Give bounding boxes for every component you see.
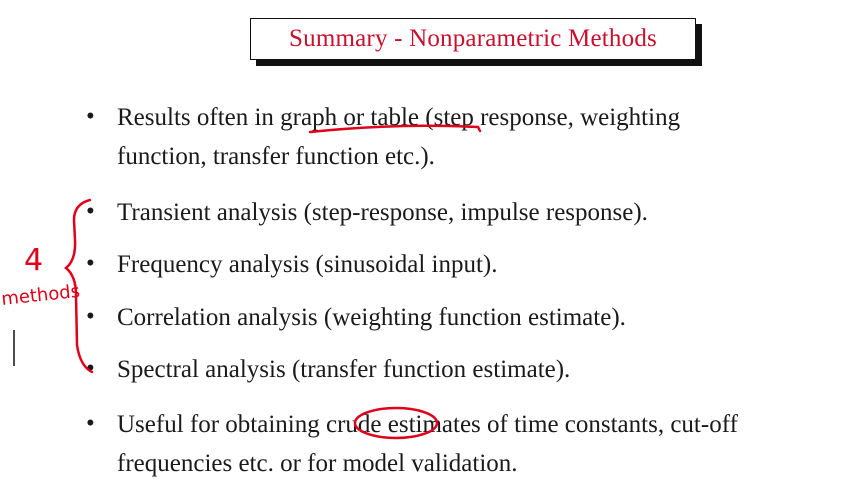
bullet-dot: • (86, 303, 95, 330)
item-6-line-2: frequencies etc. or for model validation… (117, 450, 518, 477)
bullet-dot: • (86, 410, 95, 437)
handwritten-number: 4 (24, 243, 43, 278)
bullet-dot: • (86, 103, 95, 130)
handwritten-word: methods (0, 281, 81, 310)
bullet-dot: • (86, 198, 95, 225)
item-6-line-1: Useful for obtaining crude estimates of … (117, 411, 738, 438)
item-2-line-1: Transient analysis (step-response, impul… (117, 199, 648, 226)
item-1-line-1: Results often in graph or table (step re… (117, 104, 681, 131)
title-box: Summary - Nonparametric Methods (250, 18, 696, 60)
bullet-dot: • (86, 250, 95, 277)
bullet-dot: • (86, 355, 95, 382)
item-4-line-1: Correlation analysis (weighting function… (117, 304, 626, 331)
item-3-line-1: Frequency analysis (sinusoidal input). (117, 251, 498, 278)
item-1-line-2: function, transfer function etc.). (117, 143, 435, 170)
slide-title: Summary - Nonparametric Methods (289, 25, 657, 52)
item-5-line-1: Spectral analysis (transfer function est… (117, 356, 571, 383)
